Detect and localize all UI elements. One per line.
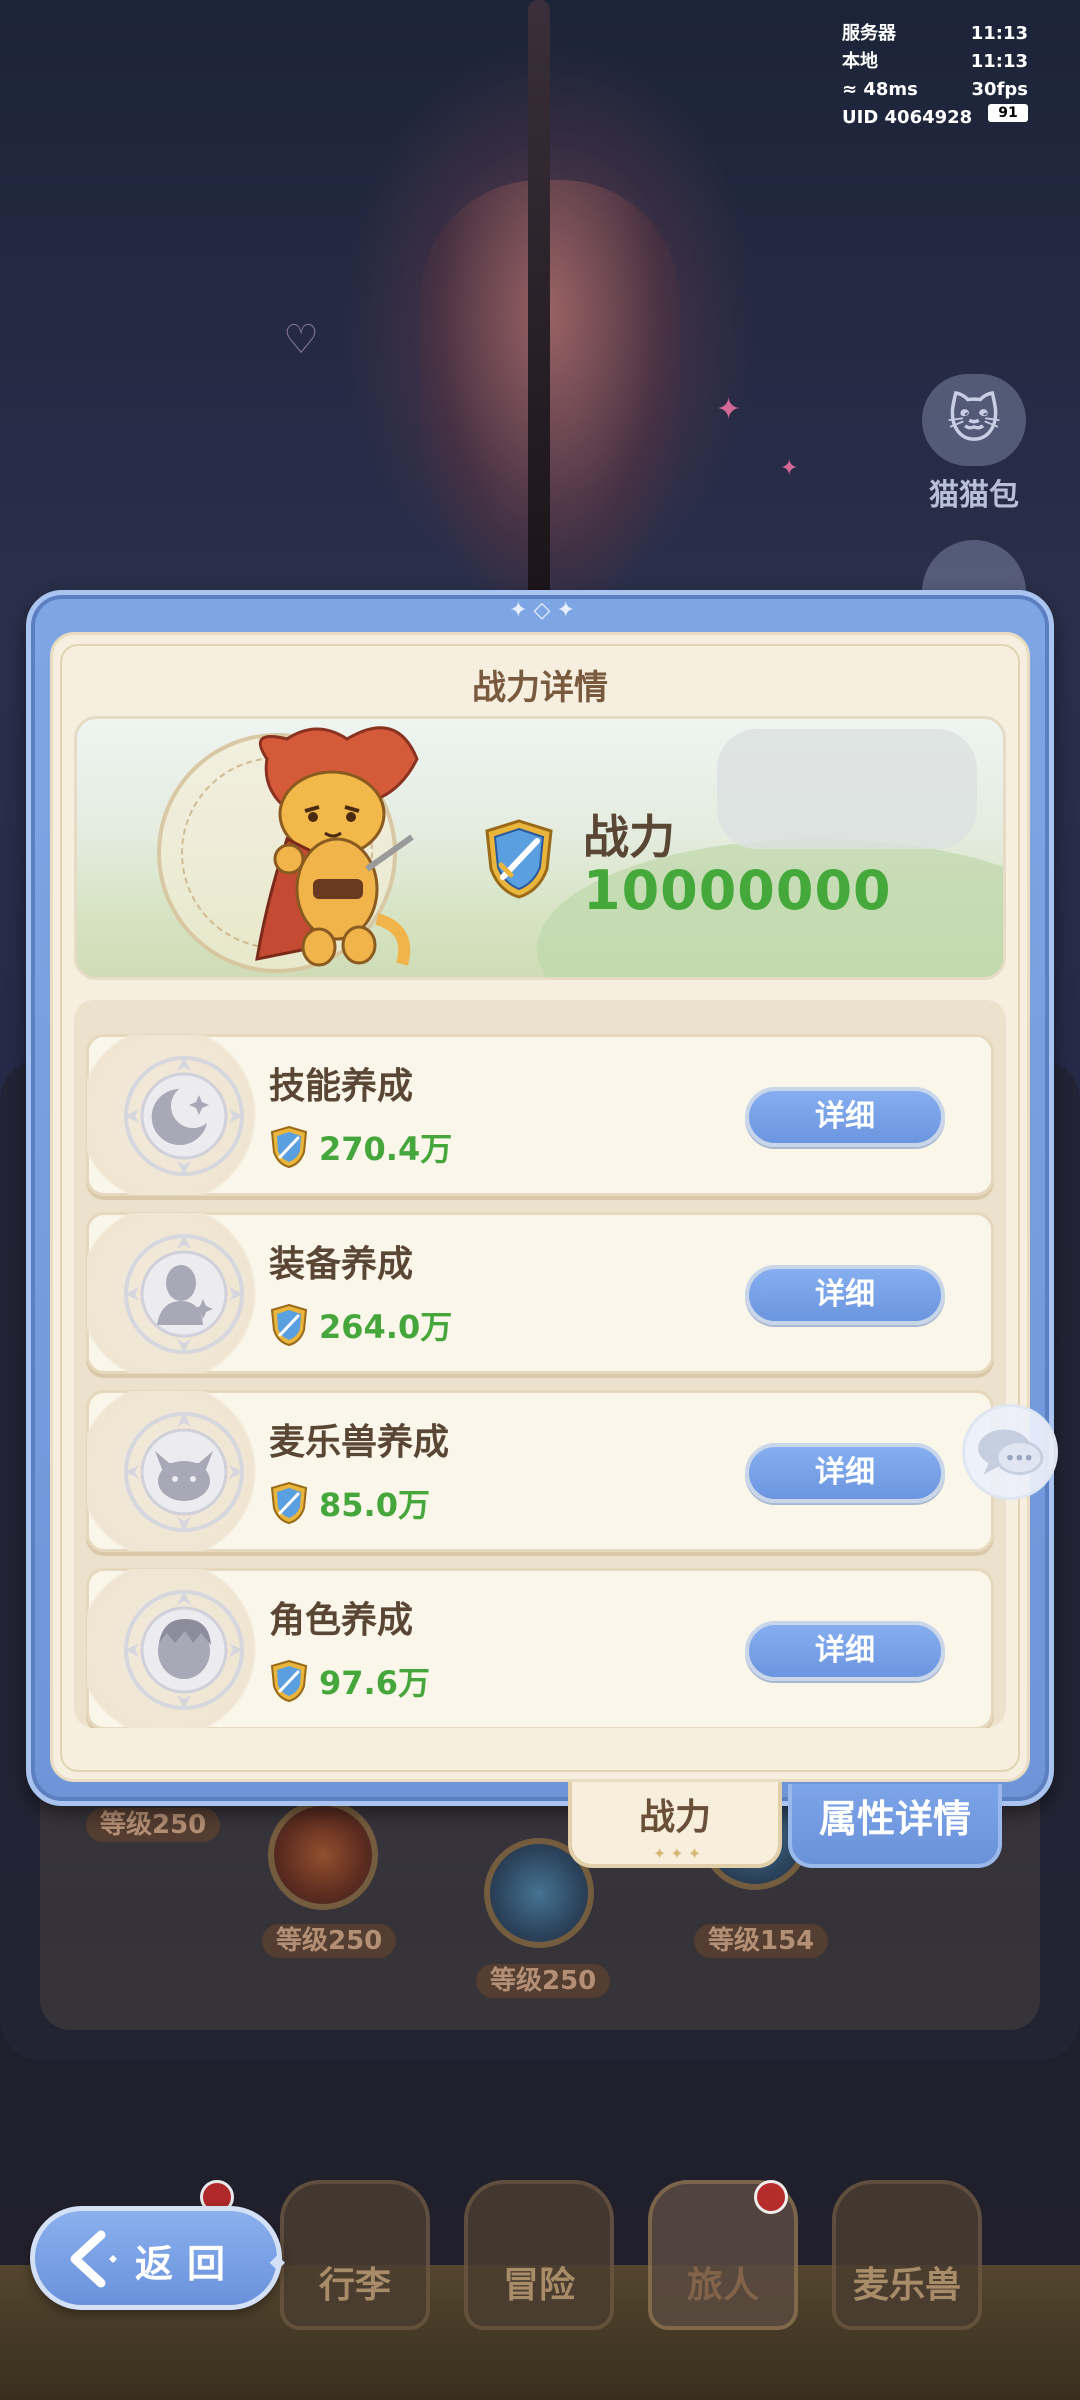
level-badge: 等级154	[694, 1924, 829, 1958]
skill-detail-button[interactable]: 详细	[745, 1087, 945, 1147]
modal-title: 战力详情	[472, 668, 608, 708]
level-badge: 等级250	[86, 1808, 221, 1842]
power-shield-icon	[270, 1659, 308, 1703]
back-ornament-icon: ◆	[269, 2249, 285, 2273]
battery-icon: 91	[988, 104, 1028, 122]
heart-icon: ♡	[283, 317, 319, 363]
list-item-skill: 技能养成 270.4万 详细	[86, 1034, 994, 1196]
card-title: 技能养成	[269, 1066, 414, 1107]
power-shield-icon	[270, 1481, 308, 1525]
ping-value: 48ms	[863, 79, 918, 100]
skill-orb	[268, 1800, 378, 1910]
card-power-value: 264.0万	[319, 1308, 453, 1346]
card-power-value: 97.6万	[319, 1664, 430, 1702]
nav-item-pet[interactable]: 麦乐兽	[832, 2180, 982, 2330]
fps-value: 30fps	[971, 79, 1028, 100]
back-label: 返回	[135, 2242, 240, 2286]
equipment-detail-button[interactable]: 详细	[745, 1265, 945, 1325]
background-character	[420, 180, 680, 600]
local-time: 11:13	[970, 51, 1028, 72]
wifi-icon: ≈	[842, 79, 858, 100]
sparkle-icon: ✦	[716, 392, 742, 427]
power-banner: 战力 10000000	[74, 716, 1006, 980]
cat-bag-button[interactable]: 🐱 猫猫包	[918, 374, 1030, 514]
background-staff	[528, 0, 550, 600]
card-power-value: 270.4万	[319, 1130, 453, 1168]
moon-star-icon	[124, 1056, 244, 1176]
power-shield-icon	[270, 1303, 308, 1347]
cat-bag-label: 猫猫包	[929, 478, 1019, 513]
chat-icon	[978, 1429, 1044, 1475]
character-head-icon	[124, 1590, 244, 1710]
power-value: 10000000	[583, 859, 892, 922]
server-label: 服务器	[842, 23, 896, 44]
power-shield-icon	[270, 1125, 308, 1169]
level-badge: 等级250	[476, 1964, 611, 1998]
power-breakdown-scroll[interactable]: 技能养成 270.4万 详细 装备养成 264.0万 详细 麦乐兽养成 85.0…	[86, 1034, 996, 1728]
nav-item-label: 冒险	[502, 2265, 575, 2306]
status-overlay: 服务器 11:13 本地 11:13 ≈ 48ms 30fps UID 4064…	[842, 20, 1028, 132]
card-power-value: 85.0万	[319, 1486, 430, 1524]
character-detail-button[interactable]: 详细	[745, 1621, 945, 1681]
back-button[interactable]: 返回 ◆	[30, 2206, 285, 2310]
cat-mascot-icon	[255, 726, 419, 967]
nav-item-label: 旅人	[686, 2265, 759, 2306]
power-label: 战力	[583, 810, 675, 864]
tab-ornament-icon: ✦✦✦	[652, 1844, 706, 1863]
cat-bag-icon: 🐱	[922, 374, 1026, 466]
diamond-ornament-icon: ✦◇✦	[509, 598, 581, 623]
local-label: 本地	[842, 51, 878, 72]
figure-sparkle-icon	[124, 1234, 244, 1354]
nav-item-adventure[interactable]: 冒险	[464, 2180, 614, 2330]
uid-value: UID 4064928	[842, 107, 973, 128]
list-item-pet: 麦乐兽养成 85.0万 详细	[86, 1390, 994, 1552]
list-item-equipment: 装备养成 264.0万 详细	[86, 1212, 994, 1374]
level-badge: 等级250	[262, 1924, 397, 1958]
tab-attribute-details[interactable]: 属性详情	[788, 1784, 1002, 1868]
sparkle-icon: ✦	[780, 456, 799, 481]
power-shield-icon	[485, 819, 553, 899]
chat-button[interactable]	[962, 1404, 1058, 1500]
list-item-character: 角色养成 97.6万 详细	[86, 1568, 994, 1728]
pet-detail-button[interactable]: 详细	[745, 1443, 945, 1503]
nav-item-label: 麦乐兽	[852, 2265, 961, 2306]
nav-item-label: 行李	[318, 2265, 391, 2306]
card-title: 角色养成	[269, 1600, 414, 1641]
server-time: 11:13	[970, 23, 1028, 44]
nav-item-luggage[interactable]: 行李	[280, 2180, 430, 2330]
notification-dot	[754, 2180, 788, 2214]
cat-face-icon	[124, 1412, 244, 1532]
banner-rock	[717, 729, 977, 849]
card-title: 麦乐兽养成	[269, 1422, 450, 1463]
back-arrow-icon	[70, 2230, 117, 2288]
card-title: 装备养成	[269, 1244, 414, 1285]
